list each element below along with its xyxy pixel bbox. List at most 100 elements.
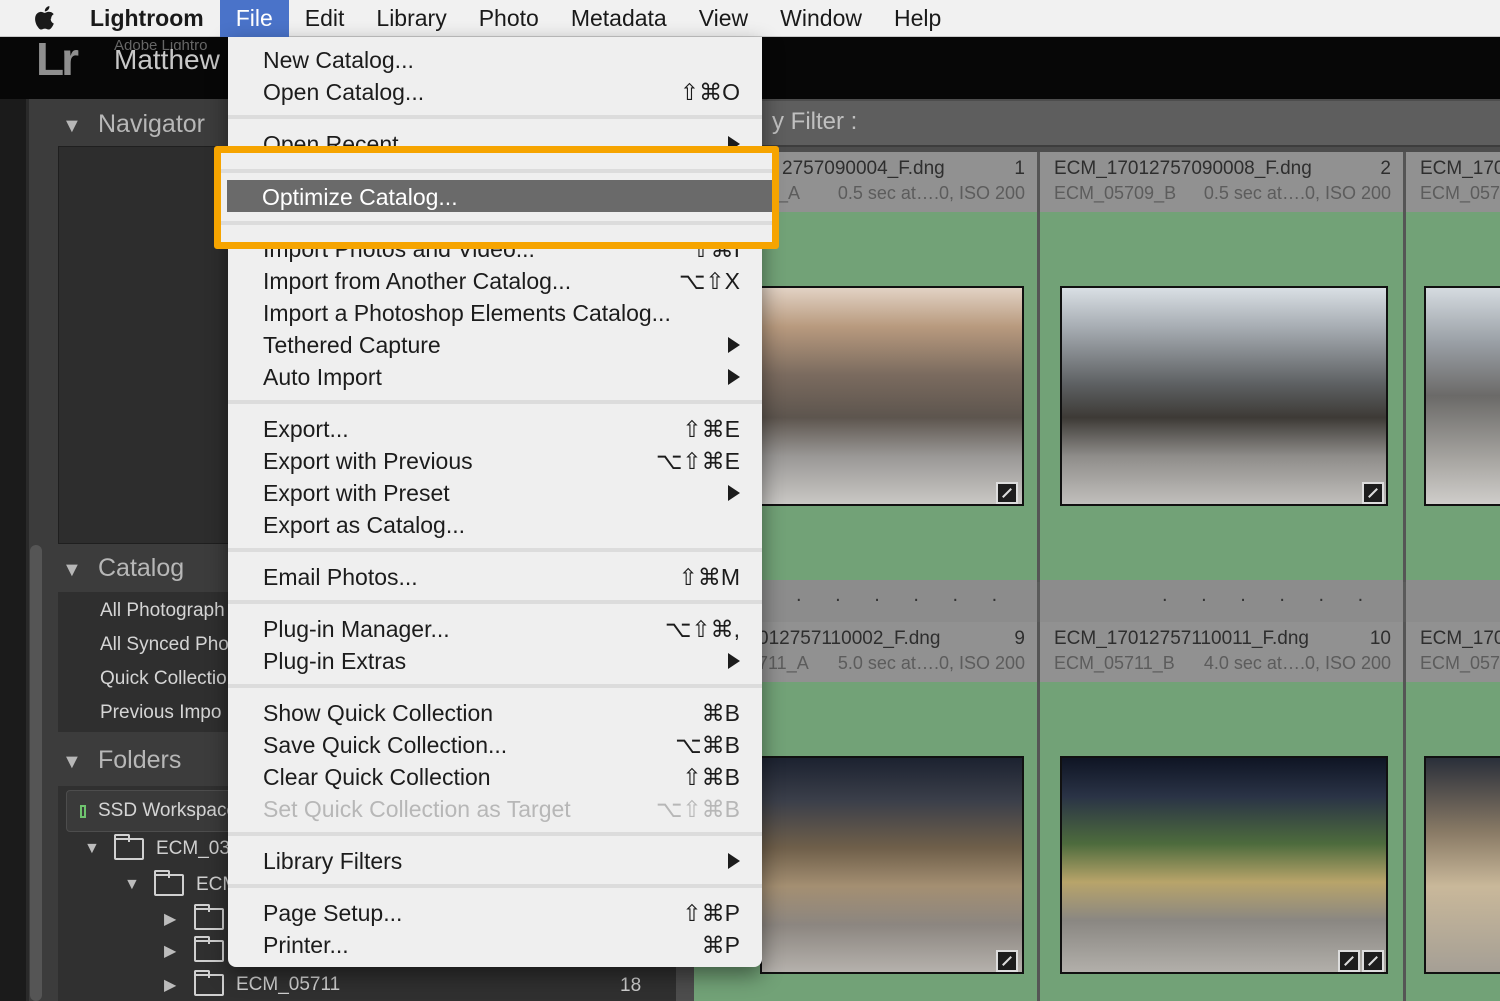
navigator-header[interactable]: ▼ Navigator	[62, 110, 205, 139]
catalog-item-all-photographs[interactable]: All Photograph	[100, 600, 225, 622]
folders-header[interactable]: ▼ Folders	[62, 746, 181, 775]
menu-item-export-with-preset[interactable]: Export with Preset	[228, 476, 762, 508]
develop-adjusted-icon[interactable]	[1362, 950, 1384, 972]
menu-item-shortcut: ⌘P	[701, 932, 740, 958]
menu-item-label: Export with Preset	[263, 480, 450, 506]
grid-cell[interactable]: ECM_17012757110011_F.dng 10 ECM_05711_B …	[1040, 622, 1406, 1001]
photo-thumbnail[interactable]	[760, 286, 1024, 506]
submenu-arrow-icon	[728, 853, 740, 869]
menubar-app-name[interactable]: Lightroom	[90, 0, 220, 37]
menu-separator	[221, 169, 772, 173]
virtual-copy-icon[interactable]	[1338, 950, 1360, 972]
menu-item-label: New Catalog...	[263, 47, 414, 73]
folder-row[interactable]: ▶	[164, 904, 236, 930]
collapsed-triangle-icon[interactable]: ▶	[164, 909, 194, 929]
menu-separator	[228, 548, 762, 552]
grid-cell[interactable]: ECM_170 ECM_057	[1406, 622, 1500, 1001]
menu-item-shortcut: ⇧⌘E	[682, 416, 740, 442]
menu-item-email-photos[interactable]: Email Photos... ⇧⌘M	[228, 560, 762, 592]
menu-separator	[228, 684, 762, 688]
menu-separator	[228, 115, 762, 119]
menu-item-shortcut: ⇧⌘O	[679, 79, 740, 105]
menubar-window[interactable]: Window	[764, 0, 878, 37]
menu-item-open-catalog[interactable]: Open Catalog... ⇧⌘O	[228, 75, 762, 107]
left-panel-scrollbar[interactable]	[30, 545, 42, 1001]
menu-item-page-setup[interactable]: Page Setup... ⇧⌘P	[228, 896, 762, 928]
apple-icon[interactable]	[32, 4, 62, 32]
catalog-item-all-synced[interactable]: All Synced Pho	[100, 634, 229, 656]
photo-thumbnail[interactable]	[1424, 756, 1500, 974]
photo-thumbnail[interactable]	[760, 756, 1024, 974]
menubar-library[interactable]: Library	[360, 0, 462, 37]
develop-adjusted-icon[interactable]	[996, 950, 1018, 972]
menu-item-export[interactable]: Export... ⇧⌘E	[228, 412, 762, 444]
grid-cell[interactable]: ECM_170 ECM_057	[1406, 152, 1500, 622]
catalog-title: Catalog	[98, 554, 185, 582]
navigator-preview[interactable]	[58, 146, 238, 544]
folder-icon	[194, 970, 224, 996]
menubar-help[interactable]: Help	[878, 0, 957, 37]
grid-cell[interactable]: ECM_17012757090008_F.dng 2 ECM_05709_B 0…	[1040, 152, 1406, 622]
menu-item-shortcut: ⇧⌘P	[682, 900, 740, 926]
menu-item-clear-quick-collection[interactable]: Clear Quick Collection ⇧⌘B	[228, 760, 762, 792]
cell-index: 1	[1014, 158, 1025, 179]
menu-item-shortcut: ⌥⇧⌘,	[664, 616, 740, 642]
library-filter-label[interactable]: y Filter :	[772, 108, 857, 136]
cell-copy-name: ECM_05709_B	[1054, 183, 1177, 203]
develop-adjusted-icon[interactable]	[996, 482, 1018, 504]
submenu-arrow-icon	[728, 485, 740, 501]
menu-item-new-catalog[interactable]: New Catalog...	[228, 43, 762, 75]
menubar-photo[interactable]: Photo	[463, 0, 555, 37]
folder-row[interactable]: ▼ ECM_03	[84, 834, 230, 860]
photo-thumbnail[interactable]	[1060, 286, 1388, 506]
catalog-item-quick-collection[interactable]: Quick Collectio	[100, 668, 227, 690]
cell-copy-name: ECM_057	[1420, 653, 1500, 673]
menubar-edit[interactable]: Edit	[289, 0, 361, 37]
cell-copy-name: 711_A	[758, 653, 809, 673]
menu-item-export-with-previous[interactable]: Export with Previous ⌥⇧⌘E	[228, 444, 762, 476]
menu-item-printer[interactable]: Printer... ⌘P	[228, 928, 762, 960]
menu-item-import-from-catalog[interactable]: Import from Another Catalog... ⌥⇧X	[228, 264, 762, 296]
folder-icon	[194, 904, 224, 930]
cell-index: 10	[1369, 628, 1391, 649]
menu-separator	[228, 400, 762, 404]
menu-item-plugin-manager[interactable]: Plug-in Manager... ⌥⇧⌘,	[228, 612, 762, 644]
cell-copy-name: ECM_057	[1420, 183, 1500, 203]
photo-thumbnail[interactable]	[1424, 286, 1500, 506]
menu-item-plugin-extras[interactable]: Plug-in Extras	[228, 644, 762, 676]
collapsed-triangle-icon[interactable]: ▶	[164, 975, 194, 995]
folder-row[interactable]: ▶ ECM_05711	[164, 970, 340, 996]
folder-photo-count: 18	[620, 975, 642, 996]
collapsed-triangle-icon[interactable]: ▶	[164, 941, 194, 961]
folder-row[interactable]: ▼ ECM	[124, 870, 238, 896]
menu-item-save-quick-collection[interactable]: Save Quick Collection... ⌥⌘B	[228, 728, 762, 760]
photo-thumbnail[interactable]	[1060, 756, 1388, 974]
menu-item-shortcut: ⌥⌘B	[675, 732, 740, 758]
catalog-item-previous-import[interactable]: Previous Impo	[100, 702, 221, 724]
menu-separator	[228, 884, 762, 888]
menubar-view[interactable]: View	[683, 0, 764, 37]
menu-item-show-quick-collection[interactable]: Show Quick Collection ⌘B	[228, 696, 762, 728]
catalog-header[interactable]: ▼ Catalog	[62, 554, 184, 583]
menu-item-auto-import[interactable]: Auto Import	[228, 360, 762, 392]
menu-item-import-elements[interactable]: Import a Photoshop Elements Catalog...	[228, 296, 762, 328]
cell-rating-dots[interactable]: . . . . . .	[796, 584, 1011, 607]
menu-item-library-filters[interactable]: Library Filters	[228, 844, 762, 876]
folder-icon	[154, 870, 184, 896]
menu-item-label: Optimize Catalog...	[262, 184, 458, 210]
expand-triangle-icon[interactable]: ▼	[84, 840, 114, 858]
folder-row[interactable]: ▶	[164, 936, 236, 962]
menu-item-label: Library Filters	[263, 848, 403, 874]
menubar-metadata[interactable]: Metadata	[555, 0, 683, 37]
cell-rating-dots[interactable]: . . . . . .	[1162, 584, 1377, 607]
menu-item-export-as-catalog[interactable]: Export as Catalog...	[228, 508, 762, 540]
cell-footer	[1406, 580, 1500, 622]
menu-item-label: Import a Photoshop Elements Catalog...	[263, 300, 671, 326]
menu-item-optimize-catalog[interactable]: Optimize Catalog...	[227, 180, 772, 212]
menu-item-tethered-capture[interactable]: Tethered Capture	[228, 328, 762, 360]
expand-triangle-icon[interactable]: ▼	[124, 876, 154, 894]
menubar-file[interactable]: File	[219, 0, 289, 37]
menu-item-shortcut: ⌘B	[701, 700, 740, 726]
develop-adjusted-icon[interactable]	[1362, 482, 1384, 504]
menu-item-label: Printer...	[263, 932, 349, 958]
